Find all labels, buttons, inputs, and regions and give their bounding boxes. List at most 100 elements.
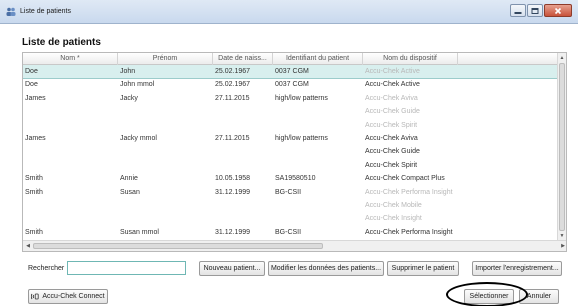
connect-button-label: Accu-Chek Connect <box>42 293 105 300</box>
cell-date: 25.02.1967 <box>215 81 251 89</box>
cell-date: 31.12.1999 <box>215 188 251 196</box>
cell-prenom: John <box>120 68 136 75</box>
cell-prenom <box>118 212 213 225</box>
select-button[interactable]: Sélectionner <box>464 289 514 304</box>
new-patient-button[interactable]: Nouveau patient... <box>199 261 265 276</box>
scroll-down-icon[interactable]: ▼ <box>559 232 565 240</box>
cell-date: 27.11.2015 <box>215 94 250 102</box>
table-row[interactable]: Smith Susan 31.12.1999 BG-CSII Accu-Chek Per… <box>23 186 558 199</box>
cell-prenom <box>118 145 213 158</box>
cell-nom <box>23 199 118 212</box>
close-button[interactable] <box>544 4 572 17</box>
maximize-icon <box>531 7 539 14</box>
cell-date: 10.05.1958 <box>215 175 251 183</box>
cell-device: Accu-Chek Guide <box>365 148 420 156</box>
vertical-scroll-thumb[interactable] <box>559 63 565 231</box>
cell-id: 0037 CGM <box>275 81 309 89</box>
cell-device: Accu-Chek Spirit <box>365 121 418 129</box>
cell-device: Accu-Chek Active <box>365 81 420 89</box>
cell-device: Accu-Chek Performa Insight <box>365 188 453 196</box>
cell-nom <box>23 105 118 118</box>
cell-device: Accu-Chek Compact Plus <box>365 175 445 183</box>
cell-prenom: Susan mmol <box>120 228 159 236</box>
table-row[interactable]: Accu-Chek Spirit <box>23 159 558 172</box>
search-input[interactable] <box>67 261 186 275</box>
table-row[interactable]: Accu-Chek Guide <box>23 145 558 158</box>
cell-id: BG-CSII <box>275 188 302 196</box>
accu-chek-connect-button[interactable]: Accu-Chek Connect <box>28 289 108 304</box>
cell-device: Accu-Chek Insight <box>365 215 422 223</box>
table-row[interactable]: Smith Susan mmol 31.12.1999 BG-CSII Accu-Che… <box>23 226 558 239</box>
title-bar: Liste de patients <box>0 0 578 24</box>
import-record-button[interactable]: Importer l'enregistrement... <box>472 261 562 276</box>
search-label: Rechercher <box>28 265 65 272</box>
cell-prenom: Jacky <box>120 94 138 102</box>
table-header: Nom * Prénom Date de naiss... Identifian… <box>23 53 558 65</box>
table-row[interactable]: Accu-Chek Guide <box>23 105 558 118</box>
cell-id <box>273 119 363 132</box>
cell-id <box>273 199 363 212</box>
scroll-right-icon[interactable]: ▶ <box>559 242 566 250</box>
cell-date <box>213 159 273 172</box>
cell-prenom: Jacky mmol <box>120 135 157 142</box>
cell-id <box>273 145 363 158</box>
column-header-prenom[interactable]: Prénom <box>118 53 213 65</box>
cell-nom: James <box>25 94 46 102</box>
column-header-identifiant[interactable]: Identifiant du patient <box>273 53 363 65</box>
close-icon <box>554 7 562 14</box>
cell-prenom: John mmol <box>120 81 155 89</box>
horizontal-scroll-thumb[interactable] <box>33 243 323 249</box>
cell-device: Accu-Chek Aviva <box>365 135 418 142</box>
table-body: Doe John 25.02.1967 0037 CGM Accu-Chek Activ… <box>23 65 558 241</box>
table-row[interactable]: Accu-Chek Mobile <box>23 199 558 212</box>
cell-nom: Smith <box>25 228 43 236</box>
table-row[interactable]: Accu-Chek Spirit <box>23 119 558 132</box>
cell-prenom: Annie <box>120 175 138 183</box>
cell-date <box>213 145 273 158</box>
table-row[interactable]: Smith Annie 10.05.1958 SA19580510 Accu-Chek … <box>23 172 558 185</box>
table-row[interactable]: James Jacky 27.11.2015 high/low patterns Acc… <box>23 92 558 105</box>
connect-icon <box>31 293 39 300</box>
vertical-scrollbar[interactable]: ▲ ▼ <box>557 53 566 241</box>
modify-patient-button[interactable]: Modifier les données des patients... <box>268 261 384 276</box>
cancel-button[interactable]: Annuler <box>519 289 559 304</box>
cell-date <box>213 105 273 118</box>
cell-device: Accu-Chek Aviva <box>365 94 418 102</box>
cell-nom: Doe <box>25 81 38 89</box>
patients-icon <box>6 7 16 16</box>
cell-nom: Smith <box>25 175 43 183</box>
table-row[interactable]: Doe John 25.02.1967 0037 CGM Accu-Chek Activ… <box>23 65 558 79</box>
maximize-button[interactable] <box>527 4 543 17</box>
minimize-button[interactable] <box>510 4 526 17</box>
column-header-dispositif[interactable]: Nom du dispositif <box>363 53 458 65</box>
cell-nom <box>23 159 118 172</box>
cell-id: SA19580510 <box>275 175 316 183</box>
cell-id: high/low patterns <box>275 94 328 102</box>
cell-nom: Smith <box>25 188 43 196</box>
table-row[interactable]: James Jacky mmol 27.11.2015 high/low patter… <box>23 132 558 145</box>
cell-id <box>273 105 363 118</box>
cell-date <box>213 199 273 212</box>
column-header-date[interactable]: Date de naiss... <box>213 53 273 65</box>
cell-nom: James <box>25 135 46 142</box>
horizontal-scrollbar[interactable]: ◀ ▶ <box>23 240 566 251</box>
scroll-left-icon[interactable]: ◀ <box>24 242 32 250</box>
scroll-up-icon[interactable]: ▲ <box>559 54 565 62</box>
cell-nom <box>23 119 118 132</box>
delete-patient-button[interactable]: Supprimer le patient <box>387 261 459 276</box>
cell-date <box>213 119 273 132</box>
cell-device: Accu-Chek Guide <box>365 108 420 116</box>
table-row[interactable]: Accu-Chek Insight <box>23 212 558 225</box>
cell-device: Accu-Chek Spirit <box>365 161 418 169</box>
cell-date: 31.12.1999 <box>215 228 251 236</box>
patient-table: Nom * Prénom Date de naiss... Identifian… <box>22 52 567 252</box>
column-header-nom[interactable]: Nom * <box>23 53 118 65</box>
cell-nom: Doe <box>25 68 38 75</box>
minimize-icon <box>514 11 522 14</box>
cell-id <box>273 212 363 225</box>
cell-nom <box>23 145 118 158</box>
cell-device: Accu-Chek Mobile <box>365 202 422 209</box>
cell-prenom <box>118 119 213 132</box>
table-row[interactable]: Doe John mmol 25.02.1967 0037 CGM Accu-Chek … <box>23 78 558 91</box>
window-title: Liste de patients <box>20 8 71 15</box>
